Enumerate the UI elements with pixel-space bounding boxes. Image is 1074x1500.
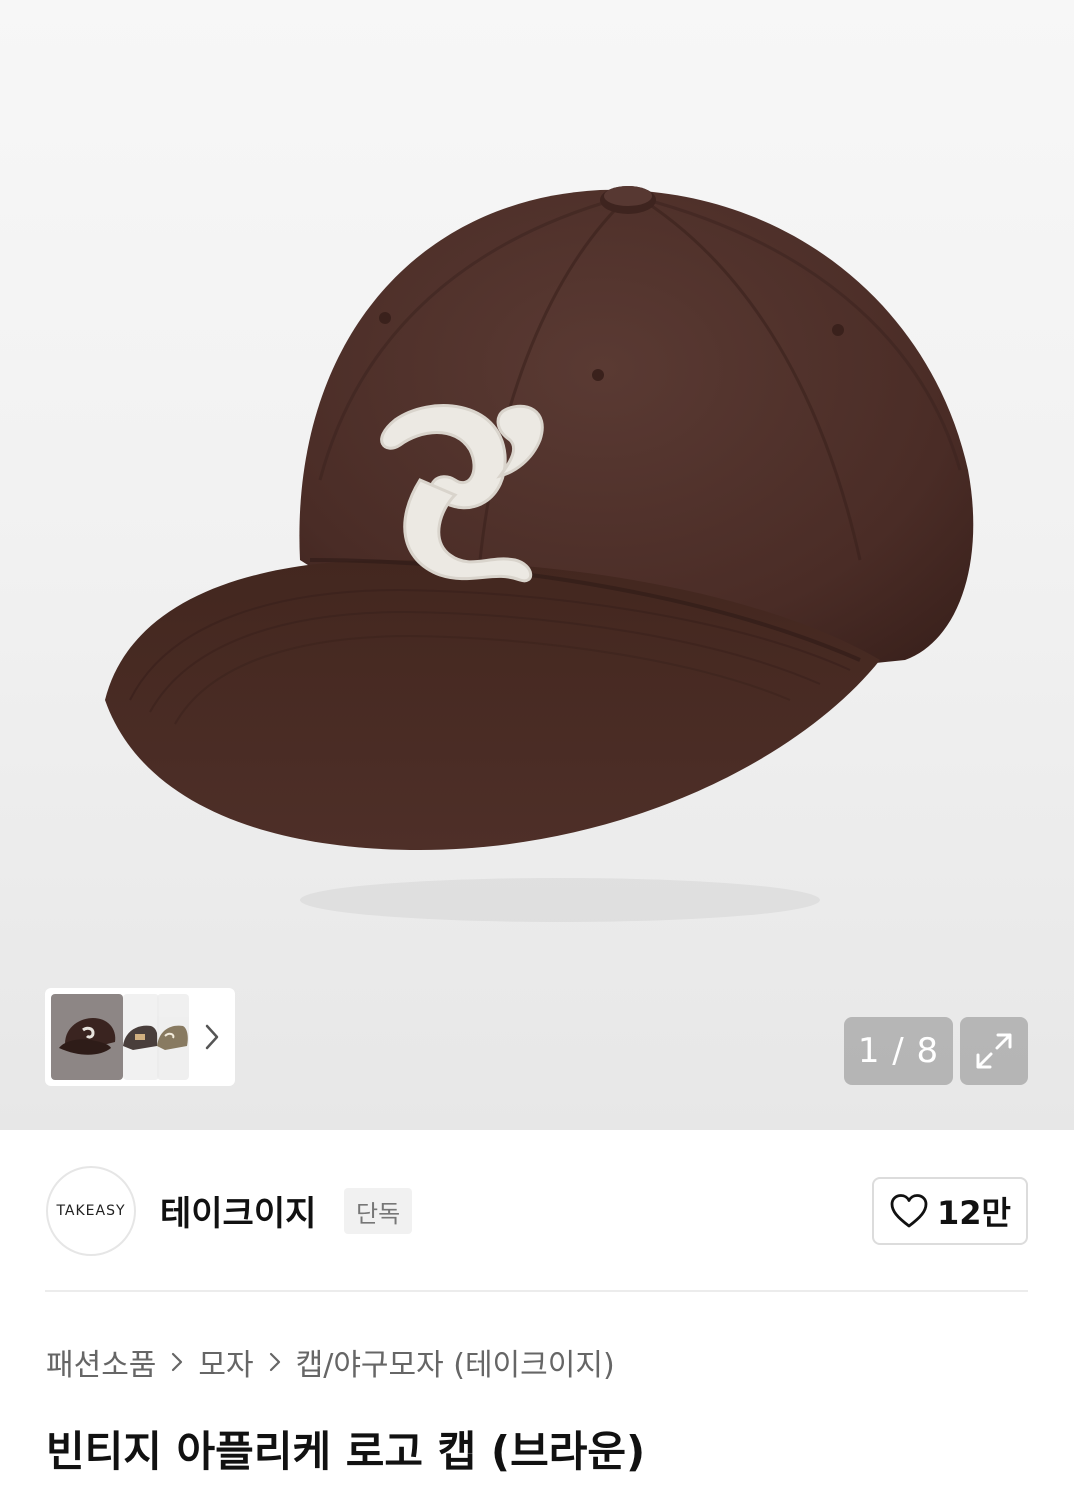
expand-icon <box>976 1033 1012 1069</box>
like-count: 12만 <box>937 1194 1011 1232</box>
chevron-right-icon <box>170 1351 184 1373</box>
expand-image-button[interactable] <box>960 1017 1028 1085</box>
thumbnail-strip <box>45 988 235 1086</box>
brown-cap-thumbnail-image <box>59 1018 116 1055</box>
black-cap-thumbnail-image <box>123 1025 158 1050</box>
brand-name[interactable]: 테이크이지 <box>160 1186 316 1235</box>
breadcrumb-item-caps[interactable]: 캡/야구모자 (테이크이지) <box>296 1340 615 1384</box>
product-main-image[interactable] <box>0 0 1074 1130</box>
breadcrumb: 패션소품 모자 캡/야구모자 (테이크이지) <box>46 1340 615 1384</box>
heart-outline-icon <box>890 1194 928 1228</box>
thumbnail-next-button[interactable] <box>197 1018 227 1056</box>
brand-logo[interactable]: TAKEASY <box>46 1166 136 1256</box>
breadcrumb-item-fashion-accessories[interactable]: 패션소품 <box>46 1340 156 1384</box>
section-divider <box>45 1290 1028 1292</box>
image-page-counter: 1 / 8 <box>844 1017 953 1085</box>
breadcrumb-item-hats[interactable]: 모자 <box>198 1340 253 1384</box>
brand-logo-text: TAKEASY <box>56 1203 126 1219</box>
product-title: 빈티지 아플리케 로고 캡 (브라운) <box>46 1427 646 1476</box>
image-counter-text: 1 / 8 <box>857 1031 940 1071</box>
thumbnail-2[interactable] <box>123 994 159 1080</box>
chevron-right-icon <box>205 1024 219 1050</box>
exclusive-badge: 단독 <box>344 1188 413 1234</box>
like-button[interactable]: 12만 <box>872 1177 1028 1245</box>
thumbnail-3[interactable] <box>157 994 189 1080</box>
thumbnail-1[interactable] <box>51 994 123 1080</box>
olive-cap-thumbnail-image <box>157 1025 188 1050</box>
product-image-gallery[interactable]: 1 / 8 <box>0 0 1074 1130</box>
chevron-right-icon <box>268 1351 282 1373</box>
